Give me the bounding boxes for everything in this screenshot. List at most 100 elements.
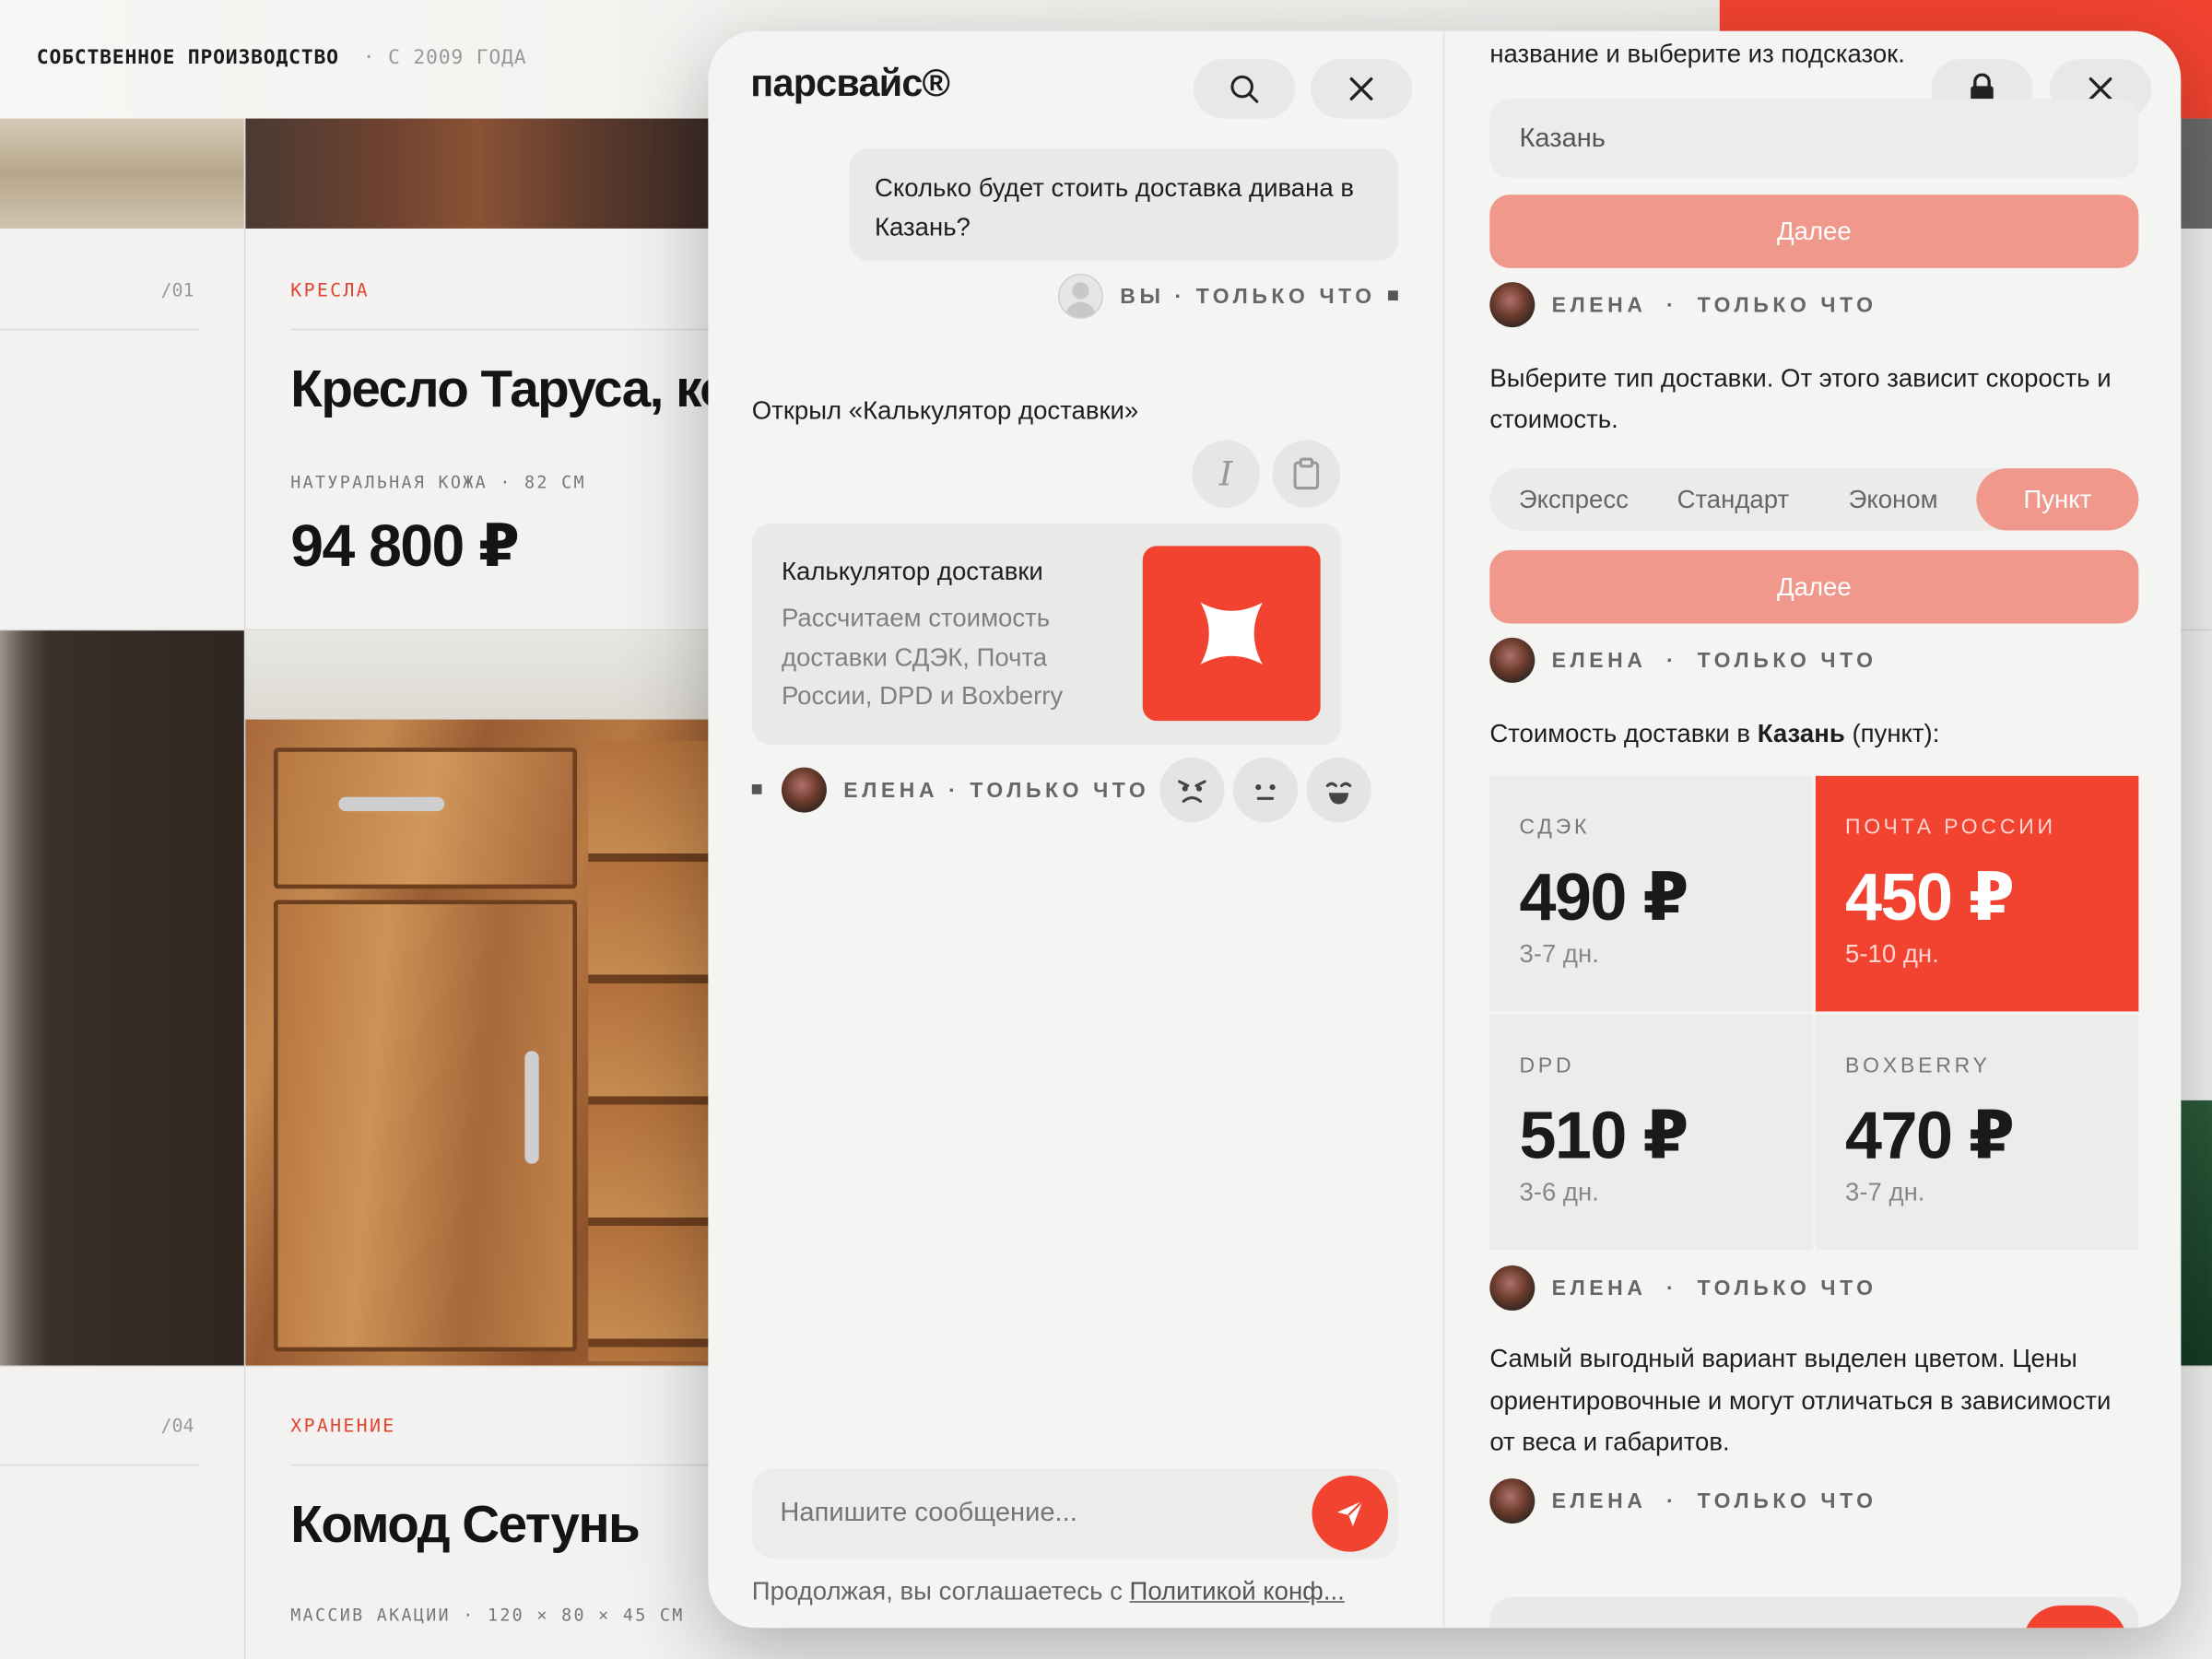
tab-standard[interactable]: Стандарт xyxy=(1654,468,1811,530)
user-meta: ВЫ · ТОЛЬКО ЧТО xyxy=(1120,285,1376,310)
user-message: Сколько будет стоить доставка дивана в К… xyxy=(849,147,1398,262)
status-square xyxy=(1388,290,1398,301)
avatar-head xyxy=(1072,282,1089,300)
search-icon xyxy=(1230,75,1259,103)
agent-avatar xyxy=(1489,282,1535,328)
product-specs: НАТУРАЛЬНАЯ КОЖА · 82 СМ xyxy=(290,472,586,493)
tool-card-logo xyxy=(1142,546,1321,722)
carrier-card-sdek[interactable]: СДЭК 490 ₽ 3-7 дн. xyxy=(1489,775,1813,1012)
user-message-text: Сколько будет стоить доставка дивана в К… xyxy=(874,173,1354,241)
consent-prefix: Продолжая, вы соглашаетесь с xyxy=(751,1577,1130,1606)
brand-text: СОБСТВЕННОЕ ПРОИЗВОДСТВО xyxy=(36,46,339,69)
carrier-price: 470 ₽ xyxy=(1845,1097,2015,1172)
row-divider xyxy=(290,328,714,331)
consent-text: Продолжая, вы соглашаетесь с Политикой к… xyxy=(752,1577,1345,1606)
photo-plant xyxy=(2181,1100,2212,1366)
delivery-prompt: Выберите тип доставки. От этого зависит … xyxy=(1489,363,2112,433)
product-category[interactable]: КРЕСЛА xyxy=(290,281,370,302)
widget-composer[interactable] xyxy=(1489,1596,2139,1629)
agent-avatar xyxy=(781,767,827,813)
chat-window: парсвайс® Сколько будет стоить доставка … xyxy=(708,30,2182,1629)
tool-card[interactable]: Калькулятор доставки Рассчитаем стоимост… xyxy=(751,523,1342,746)
text-cursor-icon: I xyxy=(1218,453,1233,494)
product-specs: МАССИВ АКАЦИИ · 120 × 80 × 45 СМ xyxy=(290,1605,685,1626)
avatar-body xyxy=(1065,301,1097,318)
meta-separator: · xyxy=(1665,649,1678,674)
row-divider xyxy=(290,1464,714,1466)
tab-pickup-point[interactable]: Пункт xyxy=(1976,468,2139,531)
sparkle-icon xyxy=(1200,602,1263,665)
widget-send-button[interactable] xyxy=(2022,1605,2128,1629)
carrier-card-russian-post[interactable]: ПОЧТА РОССИИ 450 ₽ 5-10 дн. xyxy=(1815,775,2139,1012)
clipboard-icon xyxy=(1293,457,1320,490)
send-button[interactable] xyxy=(1312,1476,1389,1552)
carrier-name: DPD xyxy=(1519,1053,1575,1078)
search-button[interactable] xyxy=(1193,59,1296,119)
agent-meta: ЕЛЕНА · ТОЛЬКО ЧТО xyxy=(1552,1489,1877,1513)
carrier-card-dpd[interactable]: DPD 510 ₽ 3-6 дн. xyxy=(1489,1014,1813,1251)
carrier-price: 450 ₽ xyxy=(1845,859,2015,935)
next-button[interactable]: Далее xyxy=(1489,549,2139,624)
row-divider xyxy=(0,328,199,331)
carrier-days: 3-7 дн. xyxy=(1845,1178,1925,1206)
tab-economy[interactable]: Эконом xyxy=(1817,468,1969,530)
product-price: 94 800 ₽ xyxy=(290,512,520,579)
tool-opened-text: Открыл «Калькулятор доставки» xyxy=(751,396,1139,425)
user-avatar xyxy=(1057,273,1103,319)
agent-meta: ЕЛЕНА · ТОЛЬКО ЧТО xyxy=(1552,649,1877,673)
text-cursor-button[interactable]: I xyxy=(1192,440,1260,509)
product-index: /01 xyxy=(160,280,194,302)
photo-leather xyxy=(245,118,712,229)
row-divider xyxy=(0,1464,199,1466)
neutral-face-icon xyxy=(1255,784,1276,800)
carrier-days: 5-10 дн. xyxy=(1845,939,1939,968)
pricing-note: Самый выгодный вариант выделен цветом. Ц… xyxy=(1489,1344,2112,1456)
close-button[interactable] xyxy=(1310,59,1413,119)
photo-strip-left xyxy=(0,118,244,229)
clipboard-button[interactable] xyxy=(1272,440,1341,509)
dresser-drawer xyxy=(273,747,578,889)
happy-emoji-button[interactable] xyxy=(1306,757,1371,823)
agent-time: ТОЛЬКО ЧТО xyxy=(1697,293,1877,318)
agent-time: ТОЛЬКО ЧТО xyxy=(1697,1489,1877,1514)
carrier-name: СДЭК xyxy=(1519,815,1591,840)
angry-emoji-button[interactable] xyxy=(1159,757,1225,823)
product-title[interactable]: Комод Сетунь xyxy=(290,1495,641,1554)
tab-express[interactable]: Экспресс xyxy=(1498,468,1649,530)
agent-time: ТОЛЬКО ЧТО xyxy=(1697,1277,1877,1301)
result-suffix: (пункт): xyxy=(1844,719,1940,748)
agent-avatar xyxy=(1489,637,1535,683)
product-title[interactable]: Кресло Таруса, ко xyxy=(290,359,731,418)
angry-face-icon xyxy=(1178,780,1206,803)
dresser-side-drawers xyxy=(588,740,712,1362)
privacy-policy-link[interactable]: Политикой конф... xyxy=(1130,1577,1345,1606)
next-button[interactable]: Далее xyxy=(1489,194,2139,268)
drawer-handle xyxy=(338,796,445,812)
carrier-price: 510 ₽ xyxy=(1519,1097,1688,1172)
agent-meta: ЕЛЕНА · ТОЛЬКО ЧТО xyxy=(843,778,1150,803)
agent-meta: ЕЛЕНА · ТОЛЬКО ЧТО xyxy=(1552,1277,1877,1300)
happy-face-icon xyxy=(1325,782,1352,805)
tool-card-title: Калькулятор доставки xyxy=(781,557,1043,586)
agent-time: ТОЛЬКО ЧТО xyxy=(1697,649,1877,674)
carrier-price: 490 ₽ xyxy=(1519,859,1688,935)
carrier-name: BOXBERRY xyxy=(1845,1053,1991,1078)
result-heading: Стоимость доставки в Казань (пункт): xyxy=(1489,720,1939,749)
city-input[interactable] xyxy=(1519,120,2084,159)
neutral-emoji-button[interactable] xyxy=(1232,757,1299,823)
agent-name: ЕЛЕНА xyxy=(1551,649,1647,674)
chat-brand: парсвайс® xyxy=(750,62,950,105)
agent-name: ЕЛЕНА xyxy=(1551,1489,1647,1514)
meta-separator: · xyxy=(1665,1277,1678,1301)
agent-avatar xyxy=(1489,1265,1535,1311)
product-index: /04 xyxy=(160,1416,194,1438)
result-prefix: Стоимость доставки в xyxy=(1489,719,1758,748)
city-field xyxy=(1489,99,2139,178)
message-composer xyxy=(751,1468,1398,1559)
message-input[interactable] xyxy=(780,1493,1288,1534)
carrier-card-boxberry[interactable]: BOXBERRY 470 ₽ 3-7 дн. xyxy=(1815,1014,2139,1251)
tool-card-description: Рассчитаем стоимость доставки СДЭК, Почт… xyxy=(781,604,1064,710)
product-category[interactable]: ХРАНЕНИЕ xyxy=(290,1417,395,1438)
carrier-days: 3-6 дн. xyxy=(1519,1178,1599,1206)
agent-meta: ЕЛЕНА · ТОЛЬКО ЧТО xyxy=(1552,293,1877,317)
